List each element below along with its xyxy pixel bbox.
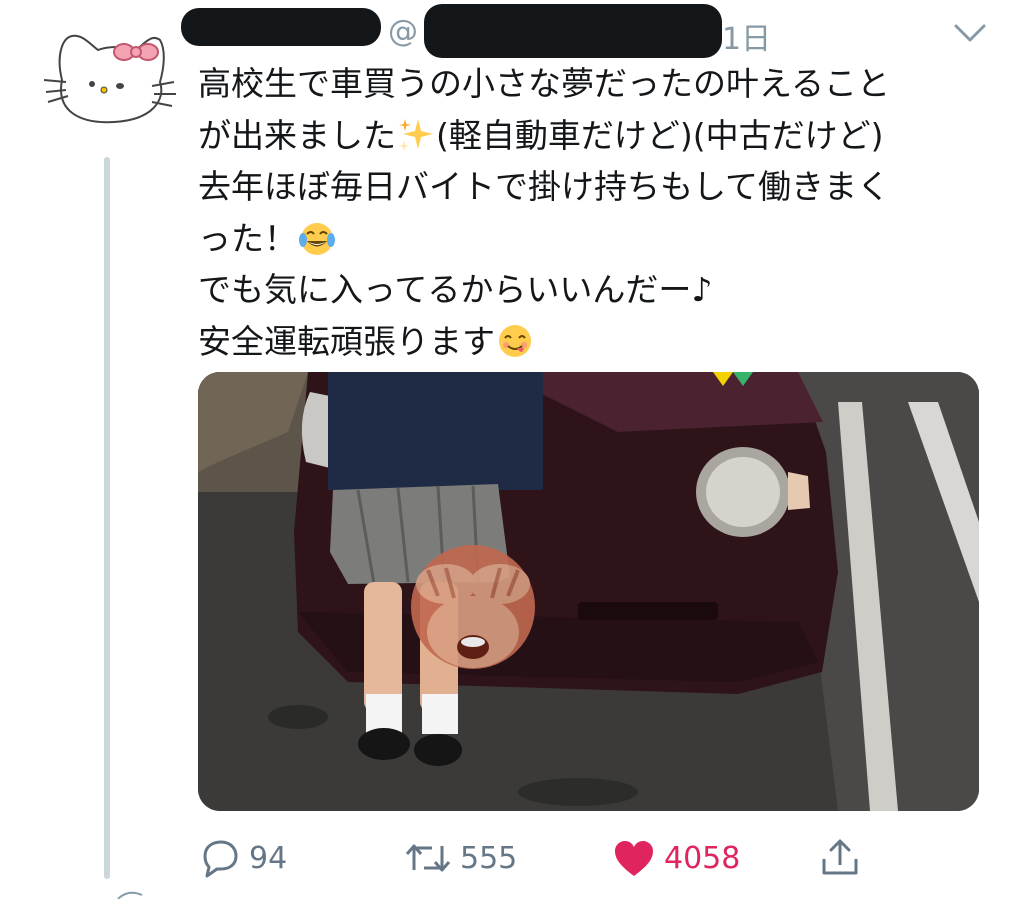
sparkles-emoji <box>396 115 436 155</box>
tweet-photo[interactable] <box>198 372 979 811</box>
joy-emoji <box>297 218 337 258</box>
retweet-icon <box>405 844 451 872</box>
thread-line <box>104 157 110 879</box>
hello-kitty-avatar-icon <box>43 34 176 124</box>
tweet-line: 安全運転頑張ります <box>198 321 495 361</box>
redacted-display-name[interactable] <box>181 8 381 46</box>
reply-icon <box>203 840 238 878</box>
reply-button[interactable]: 94 <box>199 836 287 880</box>
tweet-line: 高校生で車買うの小さな夢だったの叶えること <box>198 64 891 103</box>
retweet-button[interactable]: 555 <box>404 836 517 880</box>
tweet-line: でも気に入ってるからいいんだー♪ <box>198 270 713 309</box>
photo-scene <box>198 372 979 811</box>
like-button[interactable]: 4058 <box>612 836 740 880</box>
heart-icon <box>615 841 653 876</box>
yum-emoji <box>495 321 535 361</box>
share-icon <box>822 839 858 875</box>
more-options-button[interactable] <box>950 18 990 48</box>
redacted-handle[interactable] <box>424 4 722 58</box>
tweet-line: が出来ました <box>198 115 396 155</box>
share-button[interactable] <box>818 836 870 880</box>
like-count: 4058 <box>664 840 741 876</box>
tweet-action-bar: 94 555 4058 <box>0 836 1024 880</box>
reply-count: 94 <box>249 840 288 876</box>
next-tweet-edge <box>108 884 168 900</box>
chevron-down-icon <box>954 24 986 42</box>
avatar[interactable] <box>42 20 178 132</box>
tweet-timestamp[interactable]: 1日 <box>722 14 771 58</box>
tweet-text: 高校生で車買うの小さな夢だったの叶えること が出来ました (軽自動車だけど)(中古… <box>198 58 998 367</box>
see-no-evil-monkey-emoji <box>411 545 535 669</box>
tweet-line: 去年ほぼ毎日バイトで掛け持ちもして働きまく <box>198 167 891 206</box>
retweet-count: 555 <box>460 840 518 876</box>
tweet-line: (軽自動車だけど)(中古だけど) <box>436 115 884 155</box>
handle-at-symbol: @ <box>388 14 418 49</box>
tweet-line: った！ <box>198 218 297 258</box>
